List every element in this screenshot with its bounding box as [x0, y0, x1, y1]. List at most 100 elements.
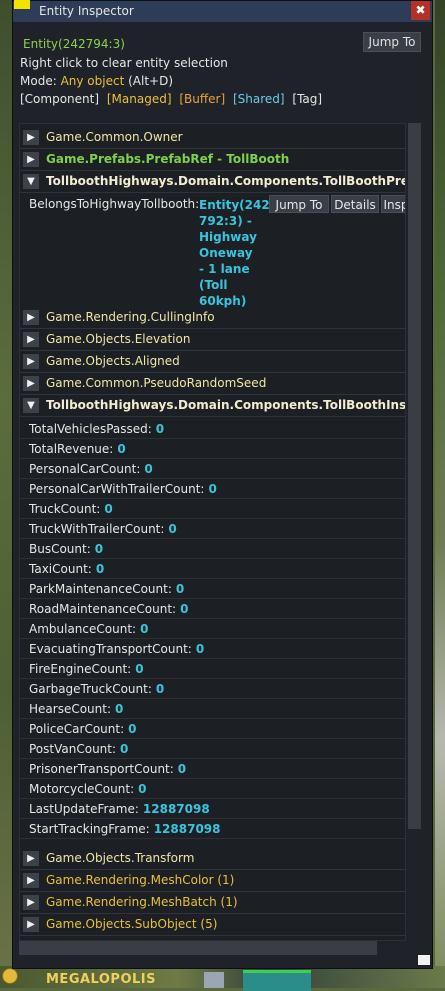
mode-value[interactable]: Any object [61, 74, 125, 88]
field-row: PrisonerTransportCount: 0 [20, 759, 405, 779]
window-icon [14, 0, 30, 9]
component-row[interactable]: ▶ Game.Objects.Aligned [20, 351, 405, 373]
triangle-right-icon[interactable]: ▶ [23, 354, 39, 369]
field-value: 12887098 [153, 822, 221, 836]
field-label: RoadMaintenanceCount: [29, 602, 177, 616]
component-row[interactable]: ▼ TollboothHighways.Domain.Components.Tol… [20, 171, 405, 193]
filter-component[interactable]: [Component] [20, 92, 99, 106]
field-value: 0 [155, 682, 165, 696]
field-value: 0 [155, 422, 165, 436]
field-row: BusCount: 0 [20, 539, 405, 559]
field-value: 0 [117, 442, 126, 456]
field-row: ParkMaintenanceCount: 0 [20, 579, 405, 599]
field-row: TaxiCount: 0 [20, 559, 405, 579]
triangle-right-icon[interactable]: ▶ [23, 130, 39, 145]
field-value: 0 [138, 782, 147, 796]
triangle-right-icon[interactable]: ▶ [23, 873, 39, 888]
component-row[interactable]: ▶ Game.Common.PseudoRandomSeed [20, 373, 405, 395]
component-row[interactable]: ▼ TollboothHighways.Domain.Components.Tol… [20, 395, 405, 417]
window-title: Entity Inspector [39, 4, 134, 18]
component-list: ▶ Game.Common.Owner ▶ Game.Prefabs.PrefabRe… [19, 123, 406, 941]
mode-label: Mode: [20, 74, 57, 88]
component-label: Game.Objects.Elevation [46, 332, 191, 346]
triangle-right-icon[interactable]: ▶ [23, 332, 39, 347]
field-label: TotalVehiclesPassed: [29, 422, 152, 436]
field-name: EvacuatingTransportCount: 0 [29, 642, 204, 656]
field-label: TruckWithTrailerCount: [29, 522, 165, 536]
field-name: AmbulanceCount: 0 [29, 622, 148, 636]
inspect-button[interactable]: Insp [381, 195, 405, 213]
field-label: GarbageTruckCount: [29, 682, 152, 696]
component-row[interactable]: ▶ Game.Rendering.CullingInfo [20, 307, 405, 329]
triangle-right-icon[interactable]: ▶ [23, 152, 39, 167]
belongs-entity-link[interactable]: Entity(242 792:3) - Highway Oneway - 1 l… [199, 197, 270, 309]
component-label: Game.Common.PseudoRandomSeed [46, 376, 267, 390]
triangle-right-icon[interactable]: ▶ [23, 310, 39, 325]
field-value: 0 [180, 602, 189, 616]
field-row: TotalRevenue: 0 [20, 439, 405, 459]
field-row: AmbulanceCount: 0 [20, 619, 405, 639]
component-label: TollboothHighways.Domain.Components.Toll… [46, 398, 405, 412]
field-row: GarbageTruckCount: 0 [20, 679, 405, 699]
field-row: EvacuatingTransportCount: 0 [20, 639, 405, 659]
filter-shared[interactable]: [Shared] [233, 92, 285, 106]
horizontal-scrollbar[interactable] [19, 941, 377, 955]
field-name: ParkMaintenanceCount: 0 [29, 582, 184, 596]
field-value: 0 [115, 702, 124, 716]
component-row[interactable]: ▶ Game.Objects.Elevation [20, 329, 405, 351]
triangle-right-icon[interactable]: ▶ [23, 851, 39, 866]
component-row[interactable]: ▶ Game.Prefabs.PrefabRef - TollBooth [20, 149, 405, 171]
field-value: 0 [120, 742, 129, 756]
triangle-right-icon[interactable]: ▶ [23, 895, 39, 910]
field-row: MotorcycleCount: 0 [20, 779, 405, 799]
component-row[interactable]: ▶ Game.Objects.Transform [20, 848, 405, 870]
field-label: StartTrackingFrame: [29, 822, 150, 836]
component-row[interactable]: ▶ Game.Objects.SubObject (5) [20, 914, 405, 936]
field-label: PersonalCarWithTrailerCount: [29, 482, 205, 496]
field-name: RoadMaintenanceCount: 0 [29, 602, 188, 616]
filter-buffer[interactable]: [Buffer] [179, 92, 225, 106]
field-label: PoliceCarCount: [29, 722, 125, 736]
title-bar[interactable]: Entity Inspector ✖ [13, 0, 432, 22]
component-row[interactable]: ▶ Game.Rendering.MeshColor (1) [20, 870, 405, 892]
field-name: PostVanCount: 0 [29, 742, 128, 756]
field-value: 0 [128, 722, 137, 736]
triangle-right-icon[interactable]: ▶ [23, 917, 39, 932]
field-name: LastUpdateFrame: 12887098 [29, 802, 210, 816]
field-row: PostVanCount: 0 [20, 739, 405, 759]
field-name: TotalVehiclesPassed: 0 [29, 422, 164, 436]
component-row[interactable]: ▶ Game.Common.Owner [20, 127, 405, 149]
prefab-detail: BelongsToHighwayTollbooth: Entity(242 792… [20, 193, 405, 308]
resize-grip[interactable] [418, 955, 430, 965]
component-label: Game.Objects.Transform [46, 851, 195, 865]
triangle-down-icon[interactable]: ▼ [23, 398, 39, 413]
field-label: PrisonerTransportCount: [29, 762, 174, 776]
filter-tag[interactable]: [Tag] [292, 92, 322, 106]
field-label: FireEngineCount: [29, 662, 132, 676]
component-row[interactable]: ▶ Game.Rendering.MeshBatch (1) [20, 892, 405, 914]
triangle-down-icon[interactable]: ▼ [23, 174, 39, 189]
coin-icon [2, 968, 18, 984]
vertical-scrollbar[interactable] [408, 123, 421, 829]
close-icon[interactable]: ✖ [411, 1, 430, 20]
field-name: TruckCount: 0 [29, 502, 113, 516]
field-value: 0 [168, 522, 177, 536]
field-label: TaxiCount: [29, 562, 92, 576]
field-name: TaxiCount: 0 [29, 562, 104, 576]
selection-hint: Right click to clear entity selection [20, 56, 228, 70]
triangle-right-icon[interactable]: ▶ [23, 376, 39, 391]
field-label: MotorcycleCount: [29, 782, 135, 796]
field-row: TotalVehiclesPassed: 0 [20, 419, 405, 439]
mode-shortcut: (Alt+D) [128, 74, 174, 88]
filter-managed[interactable]: [Managed] [107, 92, 172, 106]
field-value: 0 [95, 562, 105, 576]
field-label: ParkMaintenanceCount: [29, 582, 172, 596]
component-label: Game.Rendering.MeshColor (1) [46, 873, 235, 887]
details-button[interactable]: Details [331, 195, 379, 213]
type-filters: [Component] [Managed] [Buffer] [Shared] … [20, 92, 326, 106]
field-label: TruckCount: [29, 502, 101, 516]
field-value: 0 [94, 542, 104, 556]
entity-id: Entity(242794:3) [23, 37, 125, 51]
jump-to-button[interactable]: Jump To [363, 32, 421, 52]
jump-to-button[interactable]: Jump To [269, 195, 329, 213]
